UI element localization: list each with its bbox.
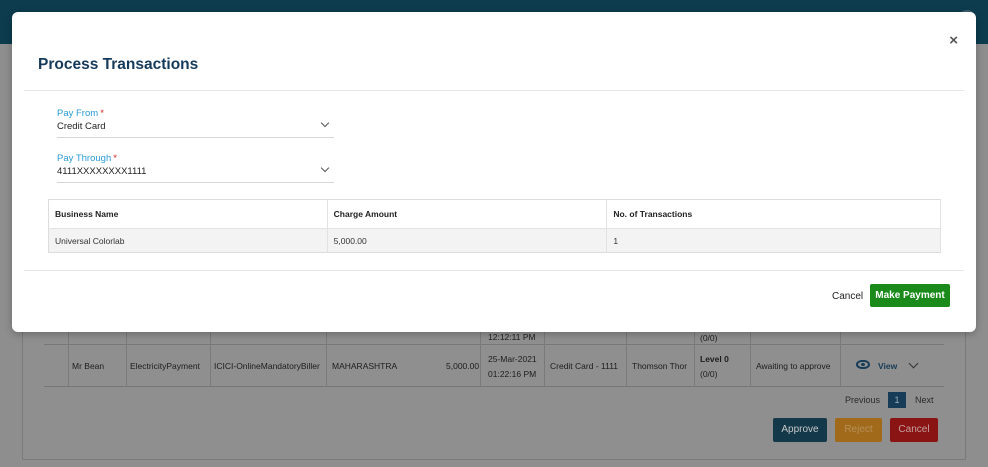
chevron-down-icon — [320, 163, 330, 173]
modal-cancel-button[interactable]: Cancel — [832, 291, 863, 302]
partial-row-time: 12:12:11 PM — [488, 332, 536, 342]
table-row: Universal Colorlab 5,000.00 1 — [48, 228, 941, 253]
header-charge-amount: Charge Amount — [327, 199, 608, 229]
approve-button[interactable]: Approve — [773, 418, 827, 442]
required-mark: * — [100, 108, 104, 119]
cell-business-name: Universal Colorlab — [48, 228, 328, 253]
pay-through-select[interactable]: Pay Through * 4111XXXXXXXX1111 — [57, 153, 334, 183]
pager-next[interactable]: Next — [915, 395, 934, 405]
row-view-link[interactable]: View — [878, 361, 897, 371]
row-name: Mr Bean — [72, 361, 105, 371]
header-divider — [24, 90, 964, 91]
pay-through-value: 4111XXXXXXXX1111 — [57, 166, 147, 177]
eye-icon[interactable] — [856, 360, 870, 369]
make-payment-button[interactable]: Make Payment — [870, 284, 950, 307]
row-amount: 5,000.00 — [446, 361, 480, 371]
row-biller: ICICI-OnlineMandatoryBiller — [214, 361, 320, 371]
row-status: Awaiting to approve — [756, 361, 831, 371]
pay-from-label: Pay From * — [57, 108, 104, 119]
row-card: Credit Card - 1111 — [550, 361, 619, 371]
pay-from-value: Credit Card — [57, 121, 106, 132]
row-date: 25-Mar-2021 — [488, 354, 537, 364]
row-level-count: (0/0) — [700, 369, 718, 379]
pager-previous[interactable]: Previous — [845, 395, 880, 405]
process-transactions-modal: × Process Transactions Pay From * Credit … — [12, 12, 976, 332]
table-header-row: Business Name Charge Amount No. of Trans… — [48, 199, 941, 229]
pay-from-select[interactable]: Pay From * Credit Card — [57, 108, 334, 138]
modal-title: Process Transactions — [38, 56, 199, 73]
row-biller-type: ElectricityPayment — [130, 361, 200, 371]
header-transaction-count: No. of Transactions — [606, 199, 941, 229]
reject-button[interactable]: Reject — [835, 418, 882, 442]
partial-row-level-count: (0/0) — [700, 333, 718, 343]
pager-page-1[interactable]: 1 — [888, 392, 906, 408]
row-time: 01:22:16 PM — [488, 369, 537, 379]
cancel-button[interactable]: Cancel — [890, 418, 938, 442]
header-business-name: Business Name — [48, 199, 328, 229]
row-level: Level 0 — [700, 354, 729, 364]
chevron-down-icon — [320, 118, 330, 128]
close-icon[interactable]: × — [949, 32, 958, 49]
cell-transaction-count: 1 — [606, 228, 941, 253]
row-divider — [44, 344, 944, 345]
pay-through-label: Pay Through * — [57, 153, 117, 164]
required-mark: * — [113, 153, 117, 164]
row-approver: Thomson Thor — [632, 361, 688, 371]
footer-divider — [24, 270, 964, 271]
cell-charge-amount: 5,000.00 — [327, 228, 608, 253]
row-divider — [44, 386, 944, 387]
row-state: MAHARASHTRA — [332, 361, 398, 371]
transaction-summary-table: Business Name Charge Amount No. of Trans… — [48, 199, 941, 253]
